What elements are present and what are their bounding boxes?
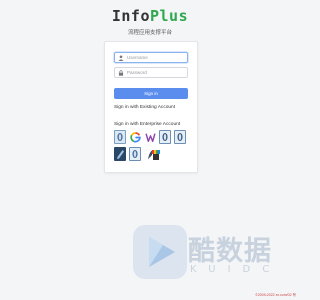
watermark-title: 酷数据 [188, 236, 272, 267]
feather-logo-icon[interactable] [159, 130, 171, 144]
watermark: 酷数据 KUIDC [130, 222, 280, 282]
watermark-logo-icon [133, 225, 187, 279]
blue-feather-icon[interactable] [114, 130, 126, 144]
password-input[interactable] [125, 68, 187, 77]
password-field[interactable] [114, 67, 188, 78]
username-input[interactable] [125, 53, 187, 62]
login-card: Sign in Sign in with Existing Account Si… [104, 41, 198, 173]
brand-name-accent: Plus [150, 7, 189, 25]
existing-account-link[interactable]: Sign in with Existing Account [114, 105, 175, 110]
lock-icon [117, 69, 125, 77]
pen-icon[interactable] [114, 147, 126, 161]
feather-logo-icon[interactable] [174, 130, 186, 144]
enterprise-account-label: Sign in with Enterprise Account [114, 122, 181, 127]
watermark-subtitle: KUIDC [190, 264, 282, 275]
platform-subtitle: 流程应用支撑平台 [127, 30, 172, 36]
w-logo-icon[interactable] [144, 130, 156, 144]
footer-copyright: ©2009-2022 xx.com/02 号 [255, 293, 296, 297]
chrome-rainbow-icon[interactable] [152, 149, 160, 160]
google-icon[interactable] [129, 130, 141, 144]
blue-feather-icon[interactable] [129, 147, 141, 161]
user-icon [117, 54, 125, 62]
brand-name-main: Info [111, 7, 150, 25]
signin-button[interactable]: Sign in [114, 88, 188, 99]
username-field[interactable] [114, 52, 188, 63]
brand-logo: InfoPlus [0, 7, 300, 25]
